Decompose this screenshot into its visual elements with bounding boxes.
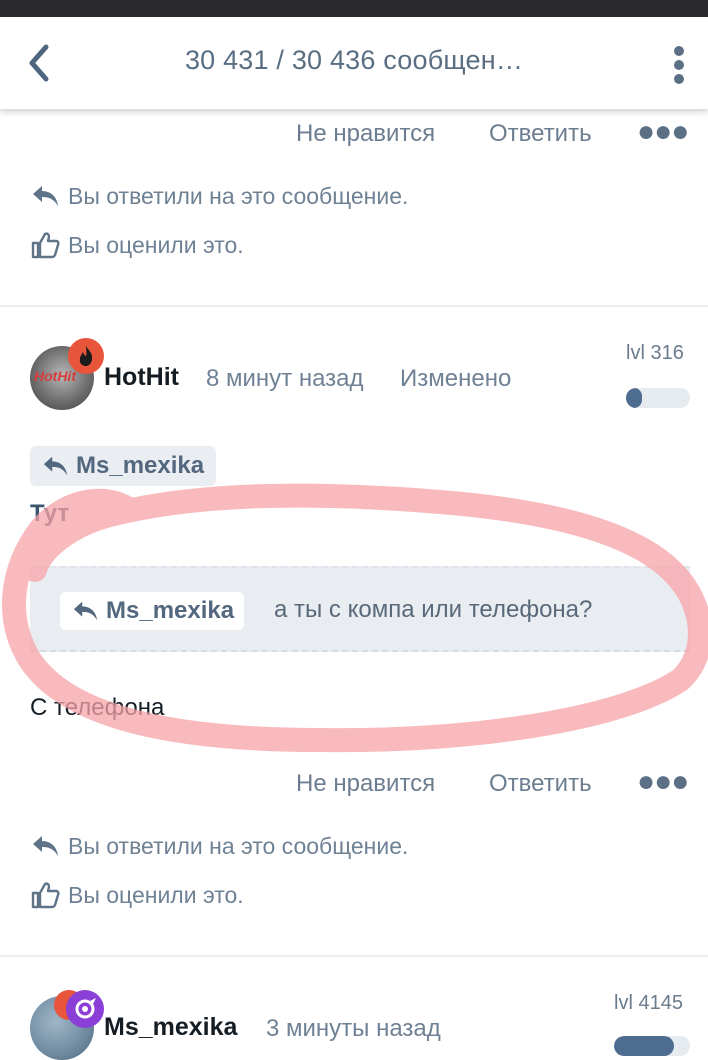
replied-note: Вы ответили на это сообщение. [30,182,408,210]
level-label: lvl 4145 [614,992,683,1014]
replied-note-text: Вы ответили на это сообщение. [68,832,409,859]
post-actions: Не нравится Ответить ●●● [0,114,708,154]
more-actions-icon[interactable]: ●●● [637,117,689,147]
more-actions-icon[interactable]: ●●● [637,767,689,797]
quote-block: Ms_mexika а ты с компа или телефона? [30,566,690,652]
mention-username: Ms_mexika [76,452,205,479]
level-label: lvl 316 [626,342,684,364]
reply-button[interactable]: Ответить [489,770,592,798]
liked-note-text: Вы оценили это. [68,231,244,258]
reply-arrow-icon [73,601,98,621]
page-title[interactable]: 30 431 / 30 436 сообщен… [100,45,608,76]
fire-badge [68,338,104,374]
flame-icon [79,345,93,366]
rocket-icon [75,998,96,1019]
level-progress-bar [614,1036,690,1056]
reply-arrow-icon [43,456,68,476]
reply-arrow-icon [33,836,58,856]
level-progress-bar [626,388,690,408]
replied-note: Вы ответили на это сообщение. [30,832,408,860]
post-text-line: Тут [30,500,70,527]
thumbs-up-icon [31,232,60,259]
reply-button[interactable]: Ответить [489,120,592,148]
post-divider [0,955,708,957]
reply-arrow-icon [33,186,58,206]
post-divider [0,305,708,307]
reply-mention[interactable]: Ms_mexika [30,446,217,486]
liked-note: Вы оценили это. [30,880,244,910]
chevron-left-icon [29,44,49,82]
quote-mention[interactable]: Ms_mexika [60,592,245,630]
post-time[interactable]: 8 минут назад [206,365,364,393]
post-text-line: С телефона [30,694,165,721]
quote-mention-username: Ms_mexika [106,597,235,624]
thumbs-up-icon [31,882,60,909]
more-vertical-icon [674,46,684,84]
more-options-button[interactable] [664,41,694,89]
liked-note: Вы оценили это. [30,230,244,260]
author-name[interactable]: Ms_mexika [104,1013,237,1042]
liked-note-text: Вы оценили это. [68,881,244,908]
level-progress-fill [626,388,642,408]
replied-note-text: Вы ответили на это сообщение. [68,182,409,209]
edited-label: Изменено [400,365,512,392]
level-progress-fill [614,1036,674,1056]
back-button[interactable] [22,39,62,87]
post-time[interactable]: 3 минуты назад [266,1015,441,1043]
dislike-button[interactable]: Не нравится [296,120,435,148]
quote-text: а ты с компа или телефона? [274,596,593,623]
dislike-button[interactable]: Не нравится [296,770,435,798]
post-actions: Не нравится Ответить ●●● [0,764,708,804]
author-name[interactable]: HotHit [104,363,179,392]
status-bar [0,0,708,17]
level-badge [66,990,104,1028]
top-app-bar: 30 431 / 30 436 сообщен… [0,17,708,109]
